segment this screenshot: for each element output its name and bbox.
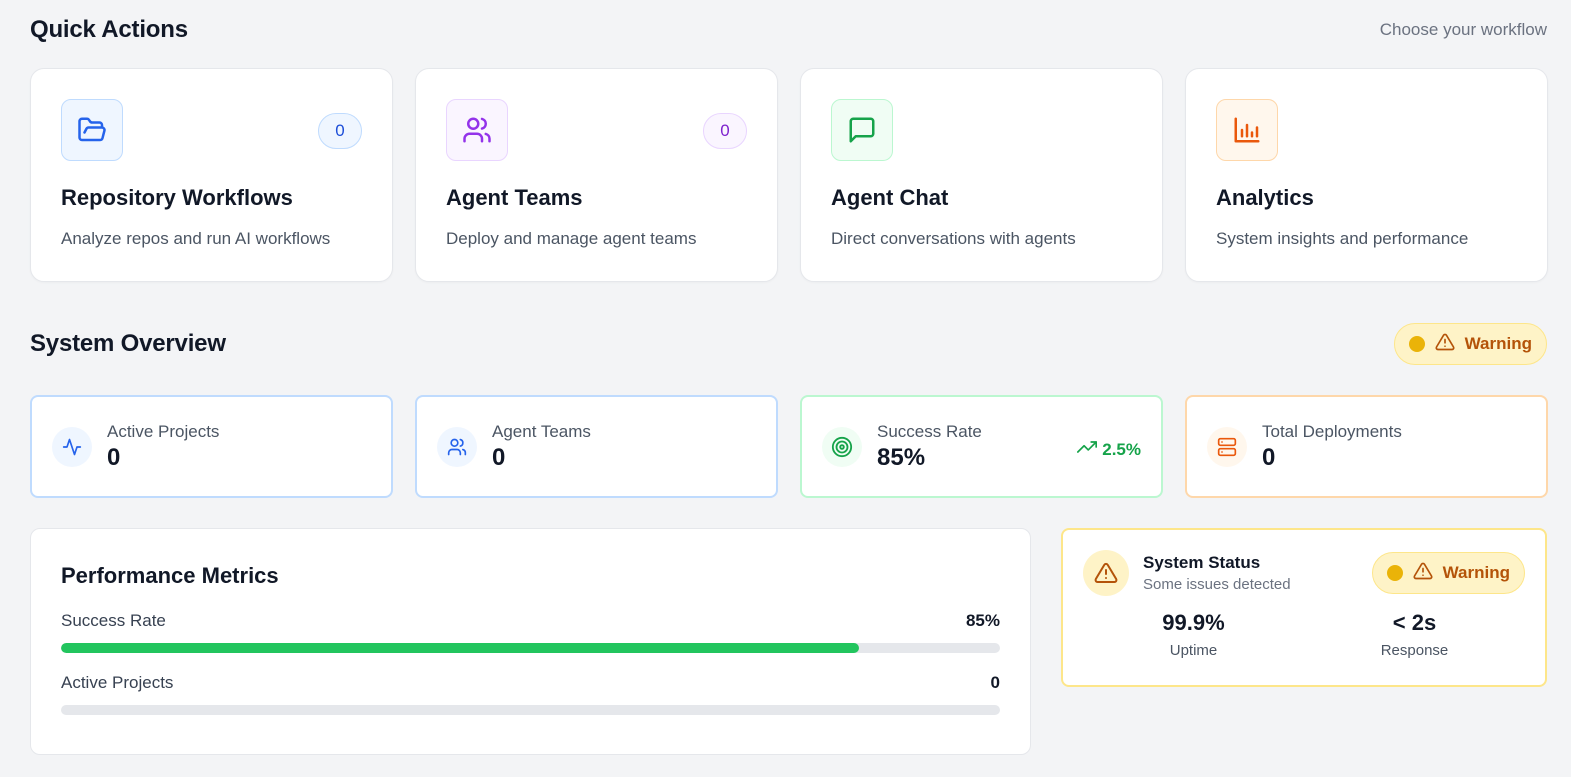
alert-triangle-icon — [1413, 561, 1433, 586]
target-icon — [822, 426, 862, 467]
overview-warning-badge: Warning — [1393, 323, 1547, 365]
system-overview-title: System Overview — [30, 330, 226, 357]
agent-teams-count-badge: 0 — [703, 113, 747, 149]
agent-teams-stat[interactable]: Agent Teams 0 — [415, 395, 778, 498]
uptime-value: 99.9% — [1162, 610, 1225, 635]
card-description: Deploy and manage agent teams — [446, 229, 697, 248]
system-overview-header: System Overview Warning — [30, 323, 1547, 365]
uptime-label: Uptime — [1169, 642, 1218, 659]
card-title: Analytics — [1216, 185, 1314, 210]
stat-label: Active Projects — [107, 421, 220, 441]
performance-metrics-title: Performance Metrics — [61, 563, 279, 588]
warning-label: Warning — [1464, 334, 1532, 353]
server-icon — [1207, 426, 1247, 467]
metric-value: 0 — [990, 673, 1000, 692]
metric-label: Active Projects — [61, 673, 174, 692]
trend-indicator: 2.5% — [1077, 437, 1141, 462]
trending-up-icon — [1077, 437, 1098, 462]
response-label: Response — [1380, 642, 1449, 659]
total-deployments-stat[interactable]: Total Deployments 0 — [1185, 395, 1548, 498]
stat-label: Total Deployments — [1262, 421, 1402, 441]
activity-icon — [52, 426, 92, 467]
alert-triangle-icon — [1083, 550, 1129, 596]
status-dot — [1386, 565, 1403, 581]
card-title: Agent Teams — [446, 185, 583, 210]
system-status-title: System Status — [1143, 553, 1261, 572]
quick-actions-title: Quick Actions — [30, 16, 188, 43]
agent-chat-card[interactable]: Agent Chat Direct conversations with age… — [800, 68, 1163, 282]
stat-value: 0 — [107, 443, 121, 471]
stat-label: Agent Teams — [492, 421, 591, 441]
success-rate-progress — [61, 643, 1000, 653]
active-projects-progress — [61, 705, 1000, 715]
success-rate-stat[interactable]: Success Rate 85% 2.5% — [800, 395, 1163, 498]
response-metric: < 2s Response — [1304, 610, 1525, 659]
repository-count-badge: 0 — [318, 113, 362, 149]
stat-value: 0 — [492, 443, 506, 471]
system-status-subtitle: Some issues detected — [1143, 576, 1291, 593]
stats-row: Active Projects 0 Agent Teams 0 Success … — [30, 395, 1548, 498]
trend-value: 2.5% — [1102, 439, 1141, 459]
agent-teams-card[interactable]: 0 Agent Teams Deploy and manage agent te… — [415, 68, 778, 282]
folder-open-icon — [61, 99, 123, 161]
active-projects-stat[interactable]: Active Projects 0 — [30, 395, 393, 498]
quick-actions-row: 0 Repository Workflows Analyze repos and… — [30, 68, 1548, 282]
response-value: < 2s — [1392, 610, 1437, 635]
card-description: System insights and performance — [1216, 229, 1469, 248]
message-square-icon — [831, 99, 893, 161]
repository-workflows-card[interactable]: 0 Repository Workflows Analyze repos and… — [30, 68, 393, 282]
status-warning-badge: Warning — [1371, 552, 1525, 594]
quick-actions-subtitle: Choose your workflow — [1379, 20, 1547, 39]
card-title: Repository Workflows — [61, 185, 293, 210]
status-dot — [1408, 336, 1425, 352]
users-icon — [446, 99, 508, 161]
users-icon — [437, 426, 477, 467]
analytics-card[interactable]: Analytics System insights and performanc… — [1185, 68, 1548, 282]
card-title: Agent Chat — [831, 185, 949, 210]
uptime-metric: 99.9% Uptime — [1083, 610, 1304, 659]
progress-fill — [61, 643, 860, 653]
card-description: Analyze repos and run AI workflows — [61, 229, 331, 248]
active-projects-metric: Active Projects 0 — [61, 673, 1000, 693]
bar-chart-icon — [1216, 99, 1278, 161]
stat-label: Success Rate — [877, 421, 982, 441]
system-status-panel: System Status Some issues detected Warni… — [1061, 528, 1547, 687]
warning-label: Warning — [1442, 563, 1510, 582]
stat-value: 85% — [877, 443, 926, 471]
quick-actions-header: Quick Actions Choose your workflow — [30, 14, 1547, 46]
metric-label: Success Rate — [61, 611, 166, 630]
alert-triangle-icon — [1435, 332, 1455, 357]
card-description: Direct conversations with agents — [831, 229, 1076, 248]
stat-value: 0 — [1262, 443, 1276, 471]
metric-value: 85% — [965, 611, 1000, 630]
performance-metrics-panel: Performance Metrics Success Rate 85% Act… — [30, 528, 1031, 755]
success-rate-metric: Success Rate 85% — [61, 611, 1000, 631]
